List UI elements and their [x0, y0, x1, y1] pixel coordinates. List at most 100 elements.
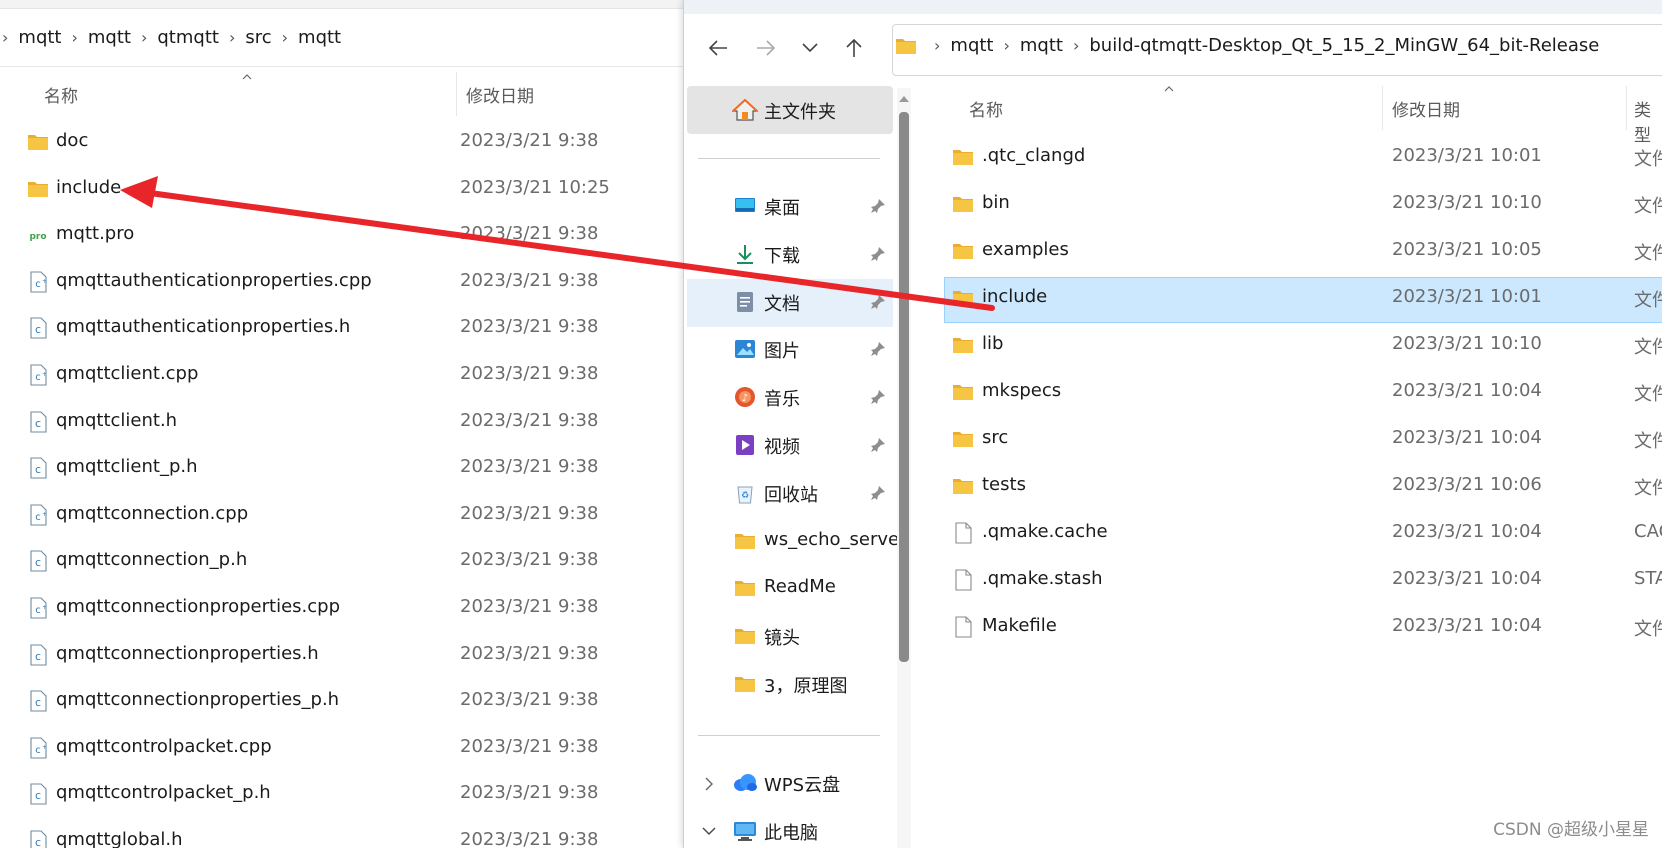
- chevron-down-icon: [802, 43, 818, 53]
- breadcrumb-item[interactable]: build-qtmqtt-Desktop_Qt_5_15_2_MinGW_64_…: [1089, 35, 1599, 56]
- scroll-up-icon[interactable]: [899, 96, 909, 102]
- videos-icon: [736, 435, 754, 455]
- file-date: 2023/3/21 10:10: [1392, 333, 1542, 354]
- selected-row-highlight: [944, 277, 1662, 323]
- cpp-file-icon: c +: [30, 271, 47, 293]
- chevron-right-icon[interactable]: ›: [2, 28, 8, 47]
- folder-icon: [735, 677, 755, 692]
- pin-icon[interactable]: [870, 294, 886, 310]
- recycle-bin-icon: ♻: [737, 486, 753, 504]
- file-name: doc: [56, 130, 89, 151]
- folder-icon: [953, 385, 973, 400]
- file-date: 2023/3/21 10:04: [1392, 521, 1542, 542]
- arrow-left-icon: [708, 40, 727, 56]
- nav-this-pc[interactable]: 此电脑: [764, 819, 818, 845]
- up-button[interactable]: [840, 34, 868, 62]
- file-type: STA: [1634, 568, 1662, 589]
- left-column-date[interactable]: 修改日期: [466, 82, 534, 107]
- breadcrumb-item[interactable]: mqtt: [950, 35, 993, 56]
- forward-button[interactable]: [752, 34, 780, 62]
- file-name: .qtc_clangd: [982, 145, 1086, 166]
- svg-text:c: c: [35, 323, 41, 336]
- pin-icon[interactable]: [870, 198, 886, 214]
- header-file-icon: c: [30, 457, 47, 479]
- breadcrumb-item[interactable]: mqtt: [18, 27, 61, 48]
- chevron-right-icon[interactable]: ›: [282, 28, 288, 47]
- header-file-icon: c: [30, 783, 47, 805]
- sidebar-item-label: 音乐: [764, 389, 800, 411]
- file-type: 文件: [1634, 478, 1662, 499]
- sort-ascending-icon[interactable]: [1164, 86, 1174, 92]
- chevron-right-icon[interactable]: [704, 777, 714, 791]
- file-date: 2023/3/21 9:38: [460, 502, 599, 524]
- svg-text:c: c: [35, 745, 41, 756]
- file-date: 2023/3/21 10:04: [1392, 380, 1542, 401]
- chevron-right-icon[interactable]: ›: [229, 28, 235, 47]
- file-date: 2023/3/21 10:01: [1392, 145, 1542, 166]
- sidebar-item-label: 视频: [764, 437, 800, 458]
- music-icon: ♪: [735, 387, 755, 408]
- back-button[interactable]: [704, 34, 732, 62]
- file-type: 文件: [1634, 290, 1662, 311]
- file-name: qmqttconnectionproperties.h: [56, 642, 319, 664]
- svg-text:c: c: [35, 605, 41, 616]
- right-column-name[interactable]: 名称: [969, 96, 1003, 121]
- file-name: qmqttauthenticationproperties.cpp: [56, 269, 372, 291]
- breadcrumb-item[interactable]: src: [245, 27, 271, 48]
- right-title-strip: [684, 0, 1662, 14]
- file-name: .qmake.cache: [982, 521, 1108, 542]
- file-icon: [955, 569, 972, 591]
- svg-text:c: c: [35, 789, 41, 802]
- pin-icon[interactable]: [870, 437, 886, 453]
- pin-icon[interactable]: [870, 246, 886, 262]
- pin-icon[interactable]: [870, 389, 886, 405]
- file-name: include: [56, 176, 122, 198]
- left-column-divider[interactable]: [456, 72, 457, 116]
- chevron-right-icon[interactable]: ›: [1003, 36, 1009, 55]
- file-name: qmqttconnection.cpp: [56, 502, 249, 524]
- right-breadcrumb[interactable]: › mqtt › mqtt › build-qtmqtt-Desktop_Qt_5_15_…: [894, 35, 1599, 56]
- chevron-down-icon[interactable]: [702, 826, 716, 836]
- folder-icon: [896, 38, 916, 54]
- chevron-right-icon[interactable]: ›: [1073, 36, 1079, 55]
- file-date: 2023/3/21 10:06: [1392, 474, 1542, 495]
- nav-scrollbar-thumb[interactable]: [899, 112, 909, 662]
- file-name: qmqttconnection_p.h: [56, 549, 248, 571]
- file-name: lib: [982, 333, 1004, 354]
- right-column-date[interactable]: 修改日期: [1392, 96, 1460, 121]
- file-name: qmqttglobal.h: [56, 829, 183, 848]
- left-breadcrumb[interactable]: › mqtt › mqtt › qtmqtt › src › mqtt: [0, 22, 341, 52]
- svg-text:c: c: [35, 696, 41, 709]
- breadcrumb-item[interactable]: mqtt: [298, 27, 341, 48]
- right-column-type[interactable]: 类型: [1634, 96, 1662, 146]
- pin-icon[interactable]: [870, 485, 886, 501]
- file-name: examples: [982, 239, 1069, 260]
- file-name: .qmake.stash: [982, 568, 1103, 589]
- svg-text:+: +: [42, 744, 47, 751]
- file-type: 文件: [1634, 431, 1662, 452]
- right-column-divider[interactable]: [1382, 86, 1383, 130]
- chevron-right-icon[interactable]: ›: [934, 36, 940, 55]
- right-column-divider[interactable]: [1626, 86, 1627, 130]
- file-date: 2023/3/21 9:38: [460, 689, 599, 711]
- nav-wps-cloud[interactable]: WPS云盘: [764, 771, 840, 797]
- folder-icon: [953, 197, 973, 212]
- chevron-right-icon[interactable]: ›: [71, 28, 77, 47]
- svg-text:+: +: [42, 604, 47, 611]
- this-pc-icon: [734, 822, 756, 841]
- file-name: qmqttcontrolpacket_p.h: [56, 782, 271, 804]
- breadcrumb-item[interactable]: mqtt: [88, 27, 131, 48]
- breadcrumb-item[interactable]: qtmqtt: [157, 27, 219, 48]
- left-column-name[interactable]: 名称: [44, 82, 78, 107]
- recent-locations-button[interactable]: [796, 34, 824, 62]
- pin-icon[interactable]: [870, 341, 886, 357]
- nav-home[interactable]: 主文件夹: [764, 98, 836, 124]
- folder-icon: [953, 432, 973, 447]
- breadcrumb-item[interactable]: mqtt: [1020, 35, 1063, 56]
- left-explorer-window: › mqtt › mqtt › qtmqtt › src › mqtt 名称 修改日期 doc 20…: [0, 0, 683, 848]
- sort-ascending-icon[interactable]: [242, 74, 252, 80]
- chevron-right-icon[interactable]: ›: [141, 28, 147, 47]
- file-date: 2023/3/21 9:38: [460, 642, 599, 664]
- left-address-divider: [0, 66, 683, 67]
- svg-text:c: c: [35, 463, 41, 476]
